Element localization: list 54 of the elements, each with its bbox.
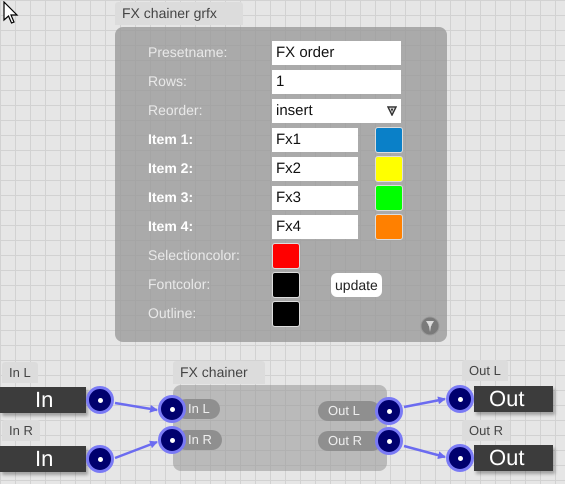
node-title-tab[interactable]: In L (2, 362, 38, 383)
port-icon[interactable] (158, 426, 186, 454)
io-node[interactable]: In (0, 446, 86, 472)
color-swatch[interactable] (375, 126, 403, 152)
node-label: Out (489, 445, 524, 470)
field-label: Item 1: (148, 130, 194, 149)
connector-arrow (114, 440, 158, 460)
input-field[interactable]: Fx4 (272, 214, 358, 238)
field-label: Outline: (148, 304, 198, 323)
update-button[interactable]: update (331, 272, 382, 296)
field-label: Reorder: (148, 101, 204, 120)
node-title-tab[interactable]: In R (2, 420, 40, 441)
color-swatch[interactable] (272, 300, 300, 326)
port-icon[interactable] (375, 397, 403, 425)
connector-arrow (404, 396, 446, 408)
port-icon[interactable] (86, 386, 114, 414)
connector-arrow (114, 402, 158, 413)
node-label: Out (489, 386, 524, 411)
io-node[interactable]: Out (474, 386, 553, 412)
color-swatch[interactable] (375, 156, 403, 182)
color-swatch[interactable] (272, 242, 300, 268)
color-swatch[interactable] (272, 272, 300, 298)
node-title-tab[interactable]: FX chainer grfx (115, 2, 243, 25)
node-title-tab[interactable]: Out R (462, 420, 510, 441)
port-icon[interactable] (446, 444, 474, 472)
node-label: In (35, 446, 54, 471)
port-icon[interactable] (375, 427, 403, 455)
field-label: Item 3: (148, 188, 194, 207)
input-field[interactable]: 1 (272, 70, 401, 94)
node-label: In (35, 387, 54, 412)
node-title-tab[interactable]: FX chainer (173, 361, 265, 384)
port-icon[interactable] (158, 395, 186, 423)
io-node[interactable]: In (0, 387, 86, 413)
input-field[interactable]: Fx2 (272, 156, 358, 180)
dropdown-arrow-icon (387, 106, 397, 116)
field-label: Presetname: (148, 43, 228, 62)
connector-arrow (404, 444, 446, 460)
field-label: Rows: (148, 72, 188, 91)
field-label: Item 2: (148, 159, 194, 178)
port-icon[interactable] (446, 385, 474, 413)
field-label: Fontcolor: (148, 275, 212, 294)
node-title-tab[interactable]: Out L (462, 360, 508, 381)
cursor-icon (3, 1, 19, 25)
port-icon[interactable] (86, 445, 114, 473)
field-label: Selectioncolor: (148, 246, 241, 265)
color-swatch[interactable] (375, 214, 403, 240)
dropdown-field[interactable]: insert (272, 98, 401, 122)
input-field[interactable]: Fx1 (272, 128, 358, 152)
color-swatch[interactable] (375, 184, 403, 210)
pin-icon (420, 316, 440, 336)
field-label: Item 4: (148, 217, 194, 236)
input-field[interactable]: Fx3 (272, 186, 358, 210)
io-node[interactable]: Out (474, 445, 553, 471)
input-field[interactable]: FX order (272, 40, 401, 64)
